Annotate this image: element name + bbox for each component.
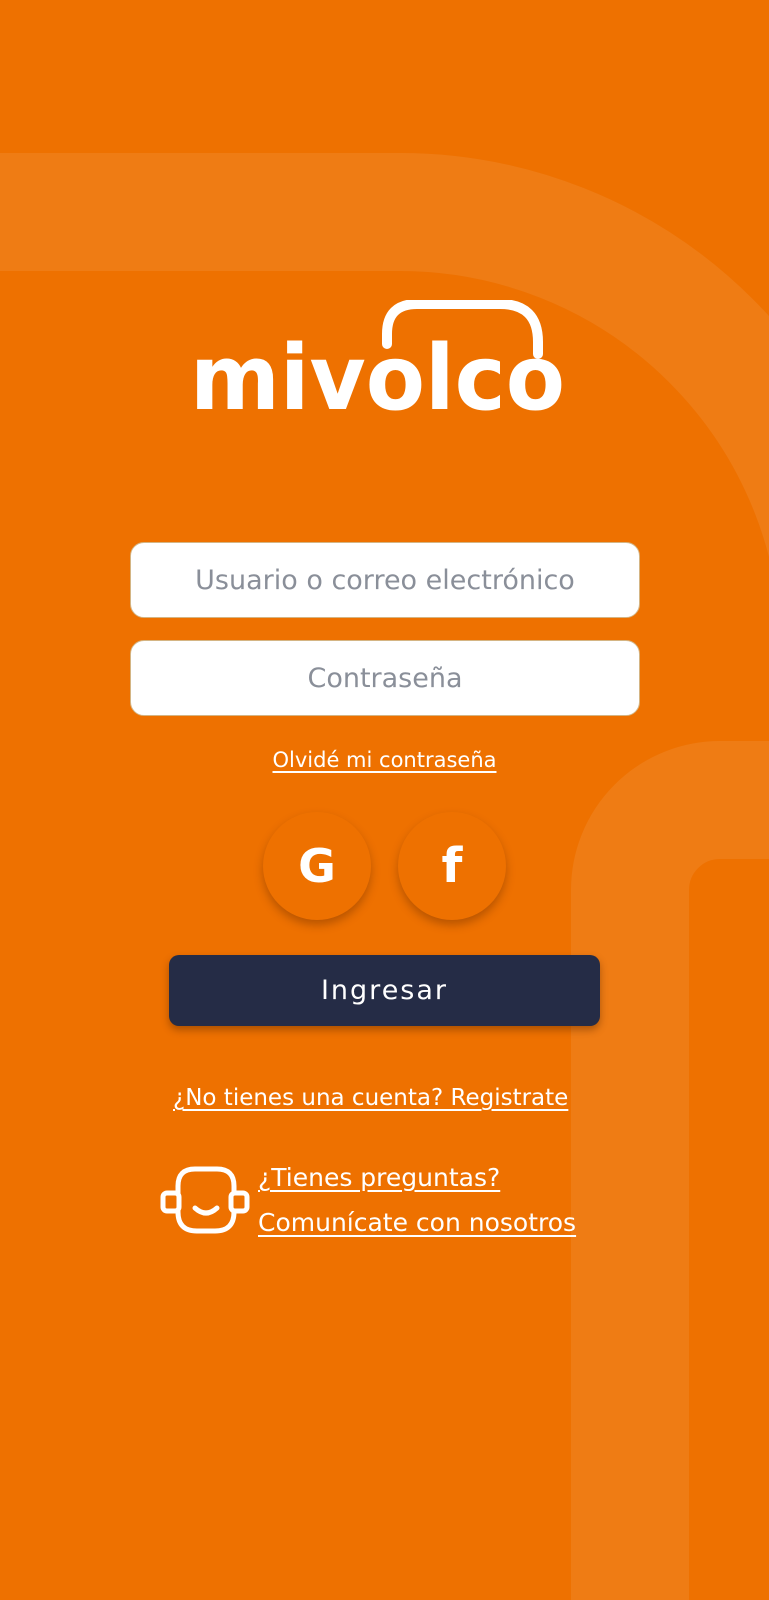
register-link[interactable]: ¿No tienes una cuenta? Registrate [173, 1085, 568, 1111]
forgot-password-link[interactable]: Olvidé mi contraseña [0, 748, 769, 772]
google-login-button[interactable]: G [263, 812, 371, 920]
logo-text: mivolco [190, 326, 565, 420]
background-decoration [0, 153, 769, 1600]
headset-smile-icon [160, 1166, 250, 1234]
username-email-input[interactable] [130, 542, 640, 618]
google-icon: G [298, 839, 336, 893]
password-input[interactable] [130, 640, 640, 716]
contact-us-link[interactable]: Comunícate con nosotros [258, 1208, 576, 1237]
mivolco-logo: mivolco [190, 300, 565, 420]
facebook-login-button[interactable]: f [398, 812, 506, 920]
facebook-icon: f [441, 838, 463, 894]
login-button[interactable]: Ingresar [169, 955, 600, 1026]
questions-link[interactable]: ¿Tienes preguntas? [258, 1163, 500, 1192]
